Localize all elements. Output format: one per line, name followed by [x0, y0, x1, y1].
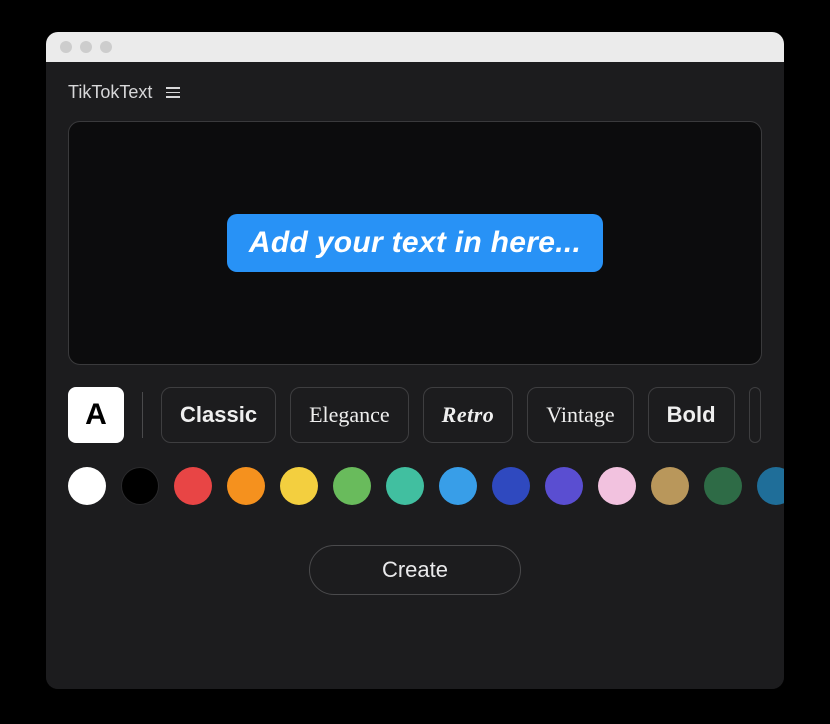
style-pill-vintage[interactable]: Vintage	[527, 387, 633, 443]
divider	[142, 392, 143, 438]
color-swatch-4[interactable]	[280, 467, 318, 505]
color-swatch-0[interactable]	[68, 467, 106, 505]
app-body: TikTokText Add your text in here... A Cl…	[46, 62, 784, 689]
style-pill-elegance[interactable]: Elegance	[290, 387, 409, 443]
traffic-zoom[interactable]	[100, 41, 112, 53]
color-swatch-5[interactable]	[333, 467, 371, 505]
traffic-minimize[interactable]	[80, 41, 92, 53]
hamburger-icon[interactable]	[166, 87, 180, 98]
styles-row: A ClassicEleganceRetroVintage Bold	[46, 365, 784, 443]
style-pill-bold[interactable]: Bold	[648, 387, 735, 443]
app-title: TikTokText	[68, 82, 152, 103]
color-swatch-11[interactable]	[651, 467, 689, 505]
style-pill-list: ClassicEleganceRetroVintage Bold	[161, 387, 762, 443]
window-titlebar	[46, 32, 784, 62]
letter-tile[interactable]: A	[68, 387, 124, 443]
color-swatch-13[interactable]	[757, 467, 784, 505]
text-input-pill[interactable]: Add your text in here...	[227, 214, 603, 272]
text-canvas[interactable]: Add your text in here...	[68, 121, 762, 365]
color-swatch-6[interactable]	[386, 467, 424, 505]
style-pill-more[interactable]	[749, 387, 761, 443]
color-swatch-12[interactable]	[704, 467, 742, 505]
create-row: Create	[46, 505, 784, 595]
create-button[interactable]: Create	[309, 545, 521, 595]
color-swatch-3[interactable]	[227, 467, 265, 505]
color-swatch-10[interactable]	[598, 467, 636, 505]
color-swatch-2[interactable]	[174, 467, 212, 505]
traffic-close[interactable]	[60, 41, 72, 53]
app-header: TikTokText	[46, 62, 784, 121]
style-pill-classic[interactable]: Classic	[161, 387, 276, 443]
app-window: TikTokText Add your text in here... A Cl…	[46, 32, 784, 689]
color-swatch-9[interactable]	[545, 467, 583, 505]
color-swatch-8[interactable]	[492, 467, 530, 505]
color-swatch-1[interactable]	[121, 467, 159, 505]
color-swatch-7[interactable]	[439, 467, 477, 505]
style-pill-retro[interactable]: Retro	[423, 387, 514, 443]
color-swatch-row	[46, 443, 784, 505]
